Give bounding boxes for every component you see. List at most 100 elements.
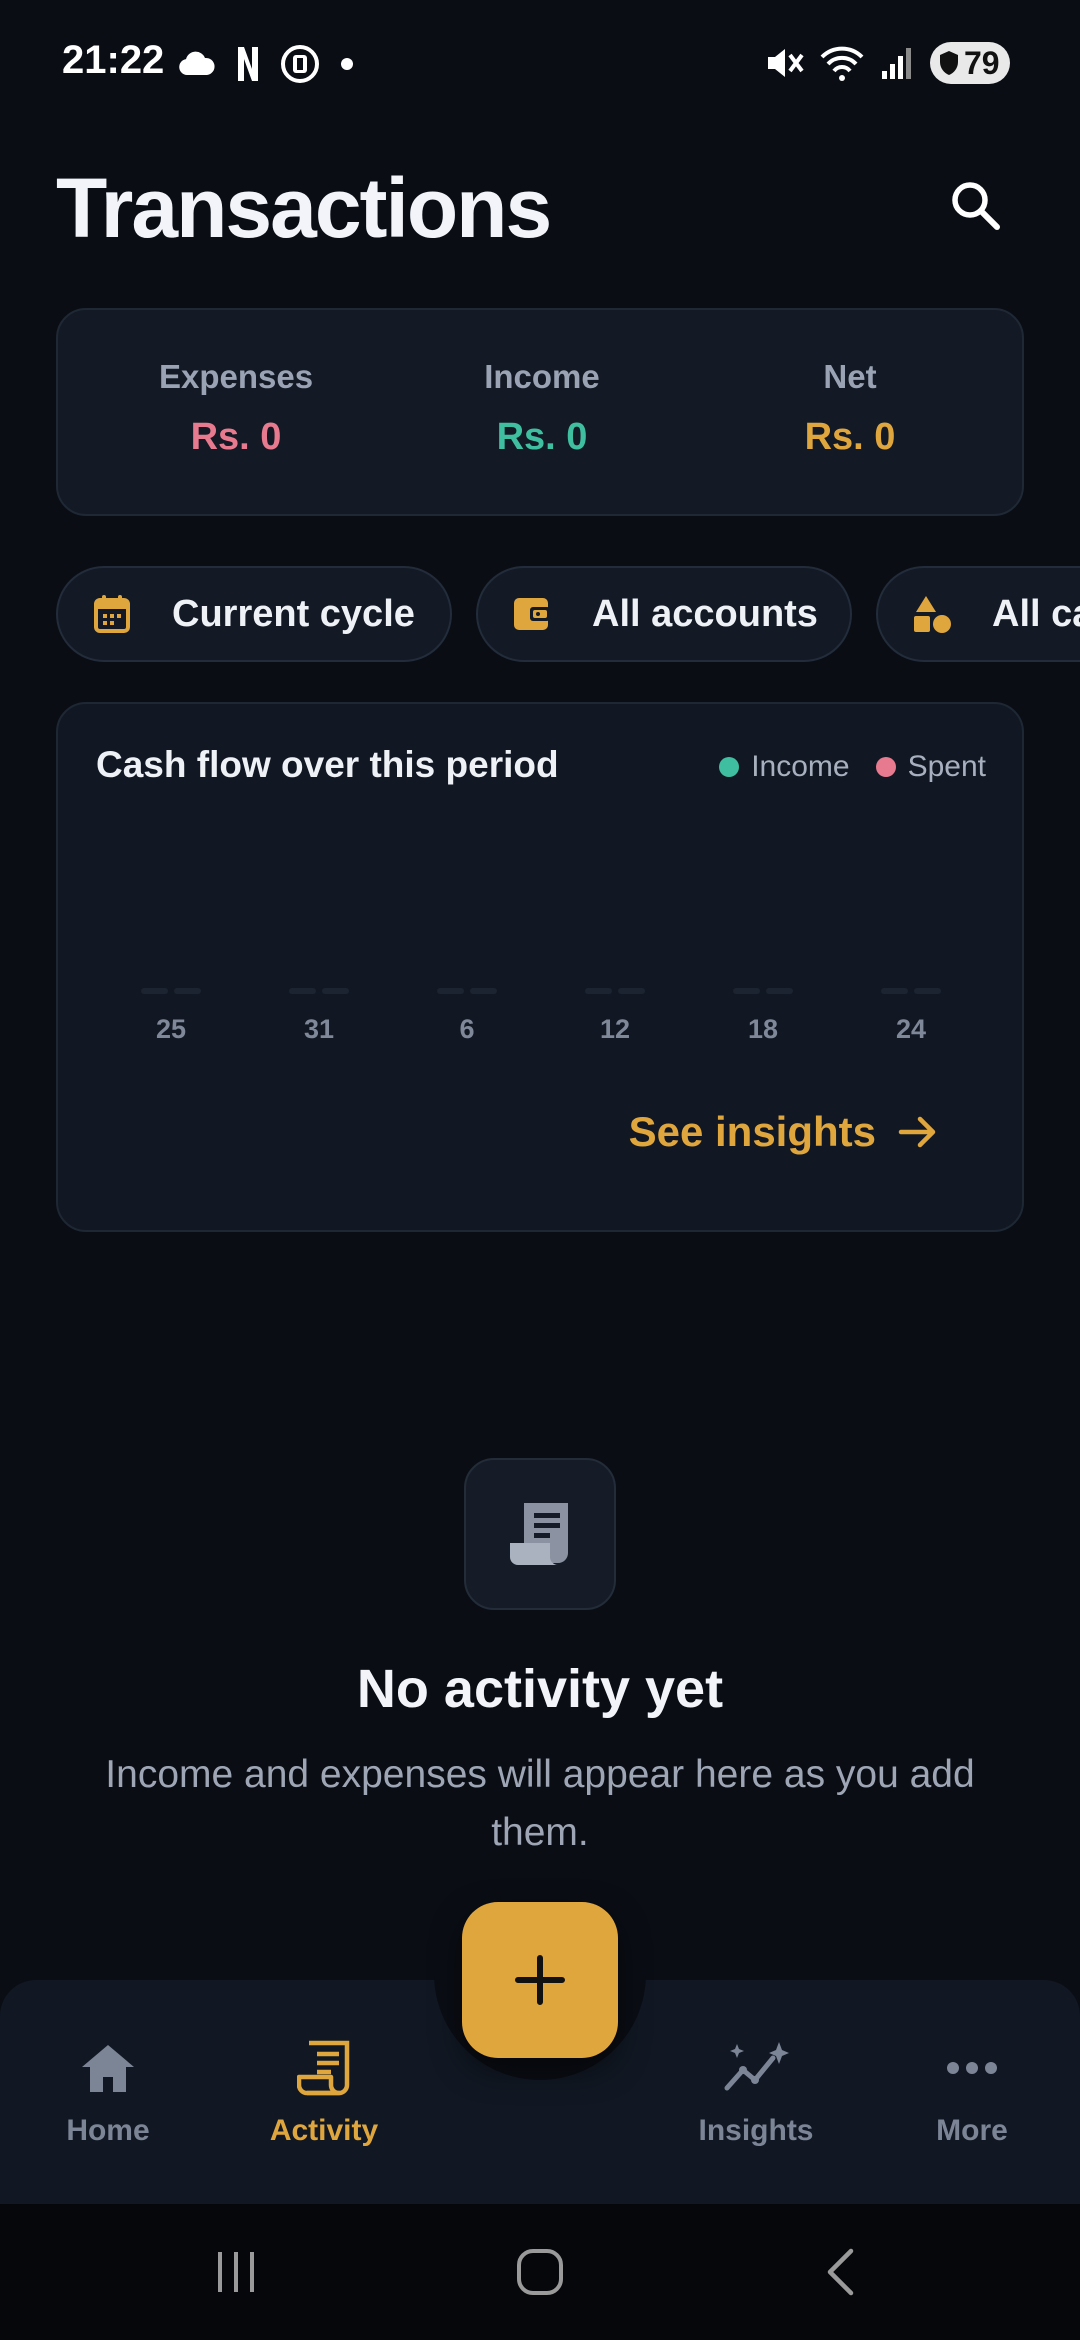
- wifi-icon: [820, 46, 864, 81]
- home-icon: [82, 2045, 134, 2092]
- nav-item-home[interactable]: Home: [18, 2036, 198, 2148]
- cloud-icon: [179, 51, 215, 75]
- recent-apps-icon: [218, 2252, 254, 2292]
- more-notifications-dot-icon: [341, 58, 353, 70]
- x-tick-label: 12: [599, 1014, 631, 1044]
- x-tick-label: 24: [895, 1014, 927, 1044]
- bar-income: [733, 988, 760, 994]
- income-value: Rs. 0: [496, 416, 588, 458]
- back-system-button[interactable]: [800, 2242, 880, 2302]
- net-value: Rs. 0: [804, 416, 896, 458]
- x-tick-label: 18: [747, 1014, 779, 1044]
- app-notification-icon: [281, 45, 319, 83]
- bar-spent: [914, 988, 941, 994]
- receipt-icon: [510, 1503, 568, 1565]
- nav-item-activity[interactable]: Activity: [234, 2036, 414, 2148]
- empty-state-description: Income and expenses will appear here as …: [105, 1753, 975, 1854]
- bar-spent: [174, 988, 201, 994]
- legend-spent: Spent: [875, 750, 986, 784]
- bar-group: [585, 988, 645, 994]
- legend-income: Income: [719, 750, 850, 784]
- nav-label-more: More: [936, 2114, 1008, 2147]
- netflix-icon: [238, 47, 258, 81]
- empty-state-title: No activity yet: [356, 1659, 724, 1719]
- shapes-icon: [912, 594, 952, 634]
- bar-spent: [470, 988, 497, 994]
- search-icon: [952, 182, 1000, 230]
- battery-saver-icon: [940, 51, 958, 75]
- battery-level: 79: [964, 44, 1000, 81]
- nav-item-more[interactable]: More: [882, 2036, 1062, 2148]
- chart-x-axis: 25 31 6 12 18 24: [58, 1014, 1026, 1054]
- income-summary: Income Rs. 0: [392, 358, 692, 459]
- expenses-value: Rs. 0: [190, 416, 282, 458]
- chart-legend: Income Spent: [719, 750, 986, 784]
- expenses-summary: Expenses Rs. 0: [86, 358, 386, 459]
- period-filter-label: Current cycle: [172, 592, 415, 635]
- plus-icon: [515, 1955, 565, 2005]
- x-tick-label: 31: [303, 1014, 335, 1044]
- bar-spent: [766, 988, 793, 994]
- net-summary: Net Rs. 0: [700, 358, 1000, 459]
- cellular-signal-icon: [882, 48, 911, 79]
- insights-sparkle-icon: [724, 2042, 789, 2091]
- chart-bars: [58, 988, 1026, 996]
- calendar-icon: [92, 594, 132, 634]
- categories-filter-chip[interactable]: All categories: [876, 566, 1080, 662]
- see-insights-label: See insights: [628, 1108, 876, 1155]
- search-button[interactable]: [940, 170, 1010, 240]
- legend-spent-label: Spent: [907, 750, 986, 783]
- bar-group: [733, 988, 793, 994]
- transactions-screen: 21:22 79 Transactions Expenses Rs. 0 Inc: [0, 0, 1080, 2340]
- nav-label-insights: Insights: [698, 2114, 814, 2147]
- bar-income: [437, 988, 464, 994]
- nav-label-home: Home: [66, 2114, 150, 2147]
- bar-income: [141, 988, 168, 994]
- bar-income: [289, 988, 316, 994]
- wallet-icon: [512, 594, 552, 634]
- recent-apps-button[interactable]: [196, 2242, 276, 2302]
- status-system-icons: 79: [764, 40, 1010, 86]
- bar-group: [881, 988, 941, 994]
- categories-filter-label: All categories: [992, 592, 1080, 635]
- x-tick-label: 6: [459, 1014, 475, 1044]
- mute-icon: [768, 49, 804, 77]
- more-dots-icon: [947, 2062, 997, 2074]
- add-transaction-button[interactable]: [462, 1902, 618, 2058]
- filter-chips: Current cycle All accounts All categorie…: [56, 566, 1080, 662]
- summary-card: Expenses Rs. 0 Income Rs. 0 Net Rs. 0: [56, 308, 1024, 516]
- legend-income-label: Income: [751, 750, 850, 783]
- bar-spent: [618, 988, 645, 994]
- nav-item-insights[interactable]: Insights: [666, 2036, 846, 2148]
- battery-indicator: 79: [930, 42, 1010, 84]
- bar-group: [289, 988, 349, 994]
- bar-group: [141, 988, 201, 994]
- nav-label-activity: Activity: [269, 2114, 379, 2147]
- status-notification-icons: [178, 44, 354, 84]
- back-chevron-icon: [827, 2248, 854, 2296]
- accounts-filter-chip[interactable]: All accounts: [476, 566, 852, 662]
- net-label: Net: [823, 358, 877, 395]
- bar-income: [881, 988, 908, 994]
- system-navigation-bar: [0, 2204, 1080, 2340]
- income-label: Income: [484, 358, 600, 395]
- empty-state-icon-box: [464, 1458, 616, 1610]
- cash-flow-card: Cash flow over this period Income Spent …: [56, 702, 1024, 1232]
- cash-flow-title: Cash flow over this period: [96, 744, 559, 785]
- bar-income: [585, 988, 612, 994]
- accounts-filter-label: All accounts: [592, 592, 818, 635]
- arrow-right-icon: [898, 1116, 936, 1148]
- bar-group: [437, 988, 497, 994]
- activity-receipt-icon: [297, 2040, 350, 2096]
- expenses-label: Expenses: [158, 358, 314, 395]
- home-circle-icon: [517, 2249, 563, 2295]
- x-tick-label: 25: [155, 1014, 187, 1044]
- page-title: Transactions: [56, 161, 552, 255]
- period-filter-chip[interactable]: Current cycle: [56, 566, 452, 662]
- income-dot-icon: [719, 757, 740, 777]
- home-system-button[interactable]: [500, 2242, 580, 2302]
- status-bar: 21:22 79: [0, 0, 1080, 130]
- bar-spent: [322, 988, 349, 994]
- status-time: 21:22: [62, 38, 165, 82]
- see-insights-link[interactable]: See insights: [629, 1108, 938, 1156]
